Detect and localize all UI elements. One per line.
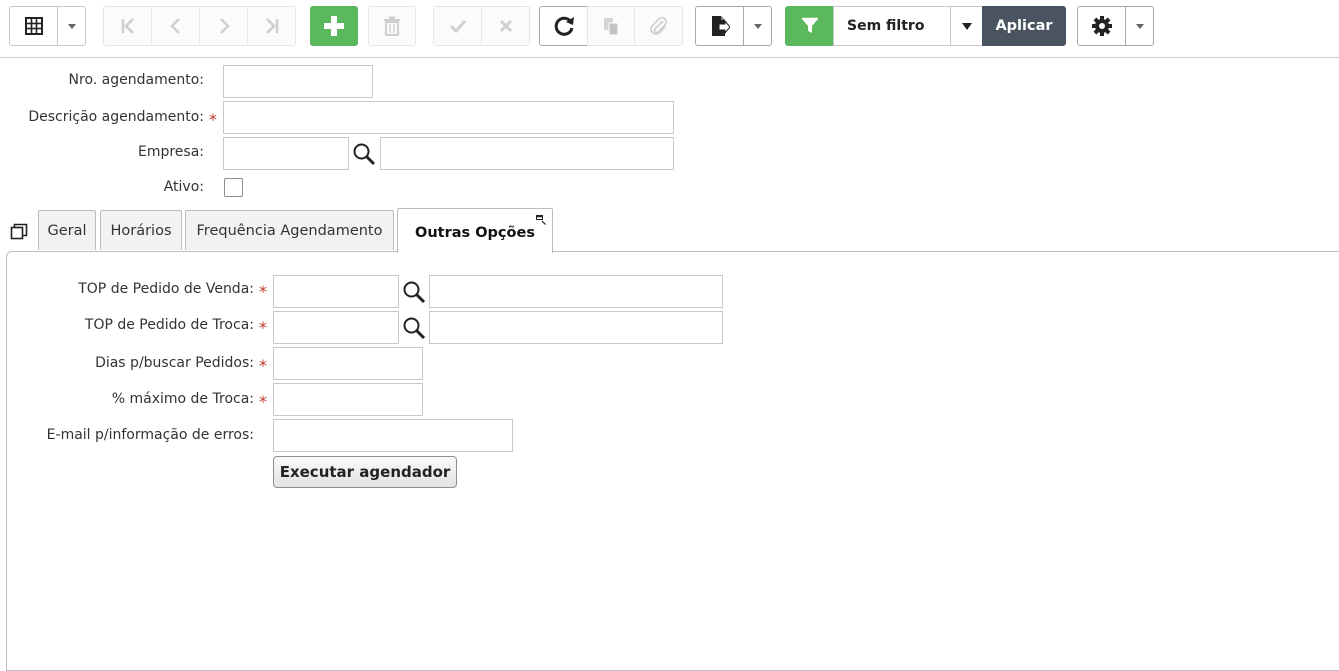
top-pedido-venda-desc-field[interactable] [429, 275, 723, 308]
required-marker: * [209, 110, 217, 129]
export-button[interactable] [695, 6, 744, 46]
grid-icon [24, 17, 43, 35]
confirm-icon [449, 19, 466, 34]
tab-label: Outras Opções [415, 225, 535, 241]
tab-geral[interactable]: Geral [38, 210, 96, 250]
previous-record-icon [169, 18, 180, 34]
caret-down-icon [1135, 23, 1144, 29]
last-record-button[interactable] [247, 6, 296, 46]
ativo-label: Ativo: [163, 179, 204, 195]
delete-icon [384, 16, 400, 36]
attachment-button[interactable] [634, 6, 683, 46]
filter-button[interactable] [785, 6, 834, 46]
tab-horarios[interactable]: Horários [100, 210, 182, 250]
executar-agendador-button[interactable]: Executar agendador [273, 456, 457, 488]
maximo-troca-field[interactable] [273, 383, 423, 416]
top-pedido-troca-code-field[interactable] [273, 311, 399, 344]
required-marker: * [259, 282, 267, 301]
restore-window-icon[interactable] [10, 223, 28, 241]
empresa-code-field[interactable] [223, 137, 349, 170]
required-marker: * [259, 392, 267, 411]
tab-frequencia-agendamento[interactable]: Frequência Agendamento [185, 210, 394, 250]
top-pedido-troca-desc-field[interactable] [429, 311, 723, 344]
duplicate-icon [604, 18, 619, 36]
empresa-name-field[interactable] [380, 137, 674, 170]
last-record-icon [265, 18, 278, 34]
tab-label: Geral [47, 222, 87, 239]
refresh-button[interactable] [539, 6, 588, 46]
first-record-icon [121, 18, 134, 34]
top-pedido-venda-label: TOP de Pedido de Venda: [78, 281, 254, 297]
delete-button[interactable] [368, 6, 416, 46]
detach-tab-icon[interactable] [536, 215, 546, 225]
search-icon[interactable] [352, 142, 376, 166]
tab-label: Frequência Agendamento [196, 222, 383, 239]
descricao-agendamento-label: Descrição agendamento: [28, 109, 204, 125]
email-erros-label: E-mail p/informação de erros: [46, 427, 254, 443]
required-marker: * [259, 318, 267, 337]
dias-buscar-pedidos-label: Dias p/buscar Pedidos: [95, 355, 254, 371]
grid-view-dropdown[interactable] [57, 6, 86, 46]
filter-select[interactable]: Sem filtro [833, 6, 951, 46]
cancel-icon [499, 19, 512, 33]
maximo-troca-label: % máximo de Troca: [111, 391, 254, 407]
settings-dropdown[interactable] [1125, 6, 1154, 46]
descricao-agendamento-field[interactable] [223, 101, 674, 134]
empresa-label: Empresa: [137, 144, 204, 160]
export-dropdown[interactable] [743, 6, 772, 46]
ativo-checkbox[interactable] [224, 178, 243, 197]
dias-buscar-pedidos-field[interactable] [273, 347, 423, 380]
next-record-button[interactable] [199, 6, 248, 46]
caret-down-icon [67, 23, 76, 29]
top-pedido-troca-label: TOP de Pedido de Troca: [84, 317, 254, 333]
add-icon [324, 16, 344, 36]
apply-filter-button[interactable]: Aplicar [982, 6, 1066, 46]
tab-bar: Geral Horários Frequência Agendamento Ou… [0, 208, 1339, 253]
email-erros-field[interactable] [273, 419, 513, 452]
funnel-icon [801, 17, 818, 33]
tab-label: Horários [110, 222, 172, 239]
toolbar: Sem filtro Aplicar [0, 0, 1339, 58]
refresh-icon [554, 16, 574, 36]
filter-dropdown[interactable] [950, 6, 983, 46]
caret-down-icon [753, 23, 762, 29]
caret-down-icon [961, 22, 972, 30]
confirm-button[interactable] [433, 6, 482, 46]
duplicate-button[interactable] [587, 6, 635, 46]
previous-record-button[interactable] [151, 6, 200, 46]
cancel-button[interactable] [481, 6, 530, 46]
attachment-icon [649, 16, 667, 35]
filter-selected-value: Sem filtro [847, 18, 925, 34]
nro-agendamento-field[interactable] [223, 65, 373, 98]
export-icon [711, 16, 730, 36]
settings-button[interactable] [1077, 6, 1126, 46]
search-icon[interactable] [402, 280, 426, 304]
add-button[interactable] [310, 6, 358, 46]
search-icon[interactable] [402, 316, 426, 340]
grid-view-button[interactable] [9, 6, 58, 46]
tab-outras-opcoes[interactable]: Outras Opções [397, 208, 553, 253]
first-record-button[interactable] [103, 6, 152, 46]
gear-icon [1091, 16, 1112, 36]
nro-agendamento-label: Nro. agendamento: [68, 72, 204, 88]
required-marker: * [259, 356, 267, 375]
top-pedido-venda-code-field[interactable] [273, 275, 399, 308]
next-record-icon [219, 18, 230, 34]
